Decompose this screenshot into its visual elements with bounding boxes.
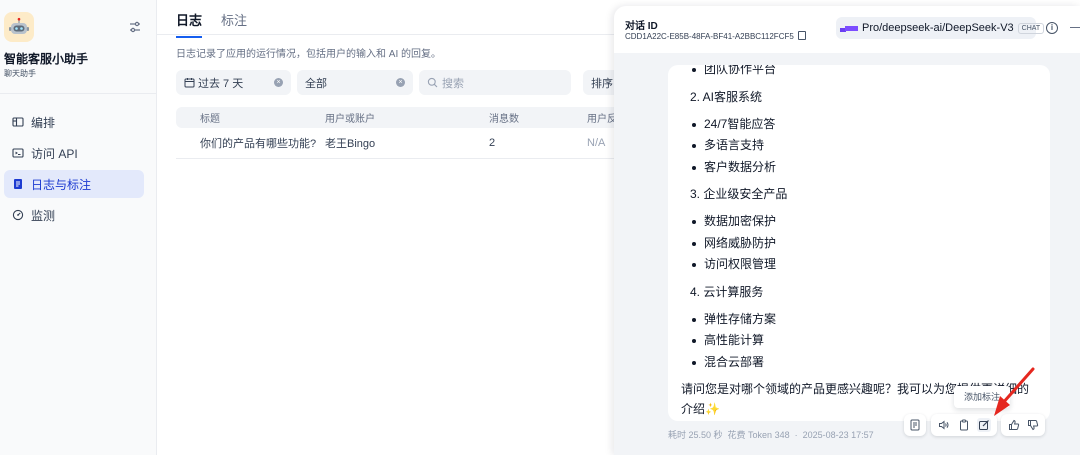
cell-messages: 2: [489, 137, 496, 149]
file-list-icon: [909, 419, 921, 431]
sort-label: 排序: [591, 77, 613, 90]
list-item: 混合云部署: [681, 352, 1041, 374]
sidebar: 智能客服小助手 聊天助手 编排 访问 API 日志与标注 监测: [0, 0, 157, 455]
status-value: 全部: [305, 77, 327, 90]
column-header-title: 标题: [200, 114, 220, 125]
list-item: 24/7智能应答: [681, 114, 1041, 136]
sidebar-item-label: 编排: [31, 115, 56, 130]
search-placeholder: 搜索: [442, 77, 464, 90]
calendar-icon: [184, 77, 195, 88]
speaker-icon[interactable]: [937, 418, 951, 432]
section-heading: 4. 云计算服务: [690, 284, 764, 299]
search-input[interactable]: 搜索: [419, 70, 571, 95]
date-range-value: 过去 7 天: [198, 77, 244, 90]
sidebar-item-monitor[interactable]: 监测: [4, 201, 144, 229]
drawer-header: 对话 ID CDD1A22C-E85B-48FA-BF41-A2BBC112FC…: [614, 6, 1080, 53]
list-item: 高性能计算: [681, 330, 1041, 352]
model-mode-badge: CHAT: [1017, 22, 1045, 34]
model-selector[interactable]: Pro/deepseek-ai/DeepSeek-V3 CHAT: [836, 17, 1045, 39]
list-item: 多语言支持: [681, 135, 1041, 157]
elapsed-time: 耗时 25.50 秒: [668, 430, 723, 440]
layout-icon: [12, 116, 24, 128]
cell-user: 老王Bingo: [325, 138, 376, 150]
cell-title: 你们的产品有哪些功能?: [200, 138, 317, 150]
terminal-icon: [12, 147, 24, 159]
message-action-group: [931, 414, 997, 436]
message-list: 24/7智能应答 多语言支持 客户数据分析: [681, 114, 1041, 179]
conversation-drawer: 对话 ID CDD1A22C-E85B-48FA-BF41-A2BBC112FC…: [614, 6, 1080, 455]
info-icon[interactable]: i: [1046, 22, 1058, 34]
list-item: 网络威胁防护: [681, 233, 1041, 255]
thumbs-down-icon[interactable]: [1026, 418, 1040, 432]
conversation-id-value: CDD1A22C-E85B-48FA-BF41-A2BBC112FCF5: [625, 32, 794, 41]
dashboard-icon: [12, 209, 24, 221]
date-range-select[interactable]: 过去 7 天 ×: [176, 70, 291, 95]
search-icon: [427, 77, 438, 88]
more-icon[interactable]: [1070, 27, 1080, 28]
sidebar-item-api[interactable]: 访问 API: [4, 139, 144, 167]
clear-date-icon[interactable]: ×: [274, 78, 283, 87]
message-meta: 耗时 25.50 秒 花费 Token 348 · 2025-08-23 17:…: [668, 428, 874, 441]
thumbs-up-icon[interactable]: [1007, 418, 1021, 432]
clear-status-icon[interactable]: ×: [396, 78, 405, 87]
filter-bar: 过去 7 天 × 全部 × 搜索 排序: [176, 70, 663, 95]
app-type: 聊天助手: [4, 69, 36, 78]
list-item: 客户数据分析: [681, 157, 1041, 179]
page-description: 日志记录了应用的运行情况，包括用户的输入和 AI 的回复。: [176, 49, 442, 60]
app-name: 智能客服小助手: [4, 52, 89, 66]
feedback-action-group: [1001, 414, 1045, 436]
settings-sliders-icon[interactable]: [128, 20, 142, 34]
section-heading: 3. 企业级安全产品: [690, 187, 788, 201]
list-item: 访问权限管理: [681, 254, 1041, 276]
conversation-id-label: 对话 ID: [625, 21, 658, 32]
message-list: 数据加密保护 网络威胁防护 访问权限管理: [681, 211, 1041, 276]
sidebar-item-label: 日志与标注: [31, 177, 92, 192]
model-provider-logo: [840, 24, 858, 32]
assistant-message: 团队协作平台 2. AI客服系统 24/7智能应答 多语言支持 客户数据分析 3…: [668, 65, 1050, 421]
edit-annotation-icon[interactable]: [977, 418, 991, 432]
message-content: 团队协作平台 2. AI客服系统 24/7智能应答 多语言支持 客户数据分析 3…: [681, 65, 1041, 419]
log-detail-button[interactable]: [904, 414, 926, 436]
model-name: Pro/deepseek-ai/DeepSeek-V3: [862, 22, 1014, 34]
document-icon: [12, 178, 24, 190]
copy-icon[interactable]: [797, 31, 806, 40]
conversation-id: CDD1A22C-E85B-48FA-BF41-A2BBC112FCF5: [625, 31, 806, 41]
column-header-user: 用户或账户: [325, 114, 375, 125]
list-item: 弹性存储方案: [681, 309, 1041, 331]
sidebar-item-label: 访问 API: [31, 146, 78, 161]
section-heading: 2. AI客服系统: [690, 89, 763, 104]
sidebar-item-orchestrate[interactable]: 编排: [4, 108, 144, 136]
message-list: 弹性存储方案 高性能计算 混合云部署: [681, 309, 1041, 374]
list-item: 数据加密保护: [681, 211, 1041, 233]
sidebar-divider: [0, 93, 156, 94]
sidebar-item-logs[interactable]: 日志与标注: [4, 170, 144, 198]
app-robot-icon: [4, 12, 34, 42]
sidebar-nav: 编排 访问 API 日志与标注 监测: [4, 108, 144, 232]
token-cost: 花费 Token 348: [727, 430, 790, 440]
timestamp: 2025-08-23 17:57: [802, 430, 874, 440]
sparkle-icon: ✨: [705, 402, 720, 416]
sidebar-item-label: 监测: [31, 208, 56, 223]
clipboard-icon[interactable]: [957, 418, 971, 432]
list-item: 团队协作平台: [681, 65, 1041, 81]
status-select[interactable]: 全部 ×: [297, 70, 413, 95]
message-list-top: 团队协作平台: [681, 65, 1041, 81]
meta-separator: ·: [794, 430, 798, 440]
column-header-messages: 消息数: [489, 114, 519, 125]
add-annotation-tooltip: 添加标注: [954, 386, 1011, 408]
